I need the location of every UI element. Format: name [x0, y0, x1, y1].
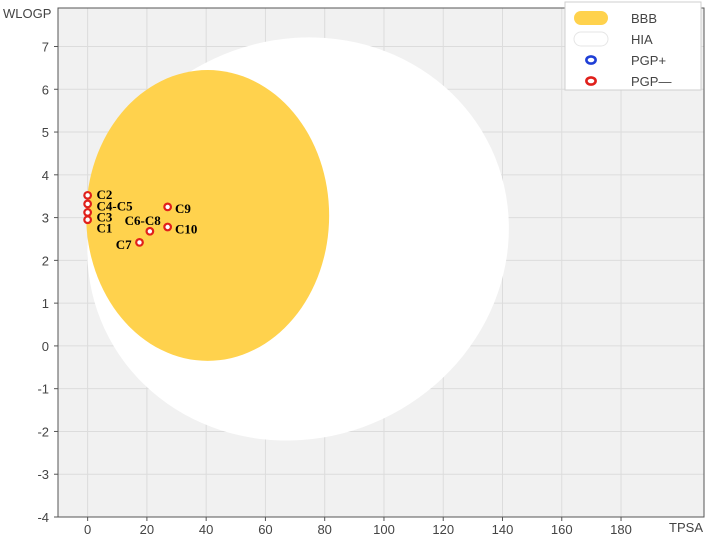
- data-point: [83, 190, 93, 200]
- y-tick-label: 0: [42, 339, 49, 354]
- legend-label: HIA: [631, 32, 653, 47]
- region-bbb: [86, 70, 330, 361]
- x-tick-label: 20: [140, 522, 154, 534]
- y-tick-label: 2: [42, 253, 49, 268]
- y-tick-label: 1: [42, 296, 49, 311]
- boiled-egg-chart: 0 20 40 60 80 100 120 140 160 180 -4 -3 -2 -1 0 1 2 3 4 5 6 7…: [3, 1, 705, 534]
- point-label: C6-C8: [125, 213, 162, 228]
- x-tick-label: 60: [258, 522, 272, 534]
- x-tick-label: 120: [432, 522, 454, 534]
- x-tick-label: 140: [492, 522, 514, 534]
- x-axis-title: TPSA: [669, 520, 703, 534]
- data-point: [145, 226, 155, 236]
- point-label: C7: [116, 237, 132, 252]
- y-tick-label: 5: [42, 125, 49, 140]
- x-tick-label: 80: [317, 522, 331, 534]
- data-point: [163, 202, 173, 212]
- data-point: [163, 222, 173, 232]
- data-point: [83, 215, 93, 225]
- point-label: C1: [97, 220, 113, 235]
- x-tick-label: 160: [551, 522, 573, 534]
- y-tick-label: -3: [37, 467, 49, 482]
- y-tick-label: 6: [42, 82, 49, 97]
- x-tick-label: 40: [199, 522, 213, 534]
- legend-label: BBB: [631, 11, 657, 26]
- x-tick-label: 180: [610, 522, 632, 534]
- x-tick-label: 100: [373, 522, 395, 534]
- data-point: [83, 199, 93, 209]
- legend-swatch: [585, 76, 597, 86]
- x-tick-label: 0: [84, 522, 91, 534]
- point-label: C9: [175, 201, 191, 216]
- y-tick-label: 4: [42, 168, 49, 183]
- legend-swatch: [585, 55, 597, 65]
- y-tick-label: -1: [37, 382, 49, 397]
- y-tick-label: 7: [42, 39, 49, 54]
- legend-label: PGP+: [631, 53, 666, 68]
- legend: BBB HIA PGP+ PGP—: [564, 1, 702, 91]
- legend-label: PGP—: [631, 74, 671, 89]
- data-point: [135, 237, 144, 247]
- legend-swatch: [574, 11, 608, 25]
- point-label: C10: [175, 222, 197, 237]
- y-axis-title: WLOGP: [3, 6, 51, 21]
- y-tick-label: -4: [37, 510, 49, 525]
- data-point: [83, 208, 93, 217]
- y-tick-label: 3: [42, 211, 49, 226]
- y-tick-label: -2: [37, 424, 49, 439]
- legend-swatch: [573, 31, 609, 47]
